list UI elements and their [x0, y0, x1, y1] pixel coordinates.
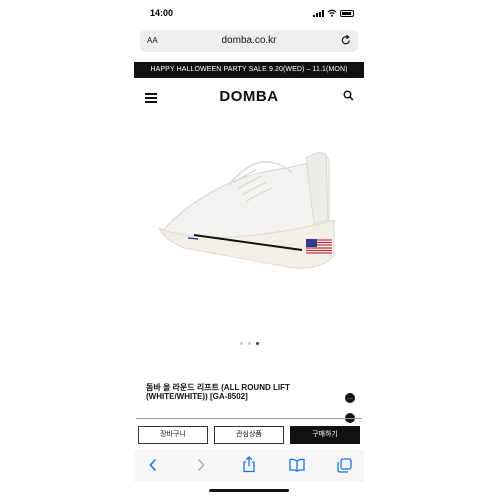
url-text[interactable]: domba.co.kr: [140, 35, 358, 46]
browser-toolbar: [134, 450, 364, 482]
address-bar[interactable]: AA domba.co.kr: [140, 30, 358, 52]
battery-icon: [340, 9, 354, 17]
site-logo[interactable]: DOMBA: [134, 88, 364, 105]
product-title: 돔바 올 라운드 리프트 (ALL ROUND LIFT (WHITE/WHIT…: [146, 383, 290, 401]
cellular-signal-icon: [313, 9, 324, 17]
back-icon[interactable]: [148, 458, 158, 472]
wishlist-button[interactable]: 관심상품: [214, 426, 284, 444]
search-icon[interactable]: [343, 90, 354, 101]
carousel-dot-active[interactable]: [255, 342, 259, 345]
action-buttons: 장바구니 관심상품 구매하기: [138, 426, 360, 444]
reload-icon[interactable]: [341, 34, 351, 46]
status-bar: 14:00: [134, 0, 364, 28]
promo-banner[interactable]: HAPPY HALLOWEEN PARTY SALE 9.20(WED) – 1…: [134, 62, 364, 78]
wifi-icon: [327, 9, 337, 17]
site-header: DOMBA: [134, 82, 364, 112]
home-indicator[interactable]: [209, 489, 289, 492]
status-time: 14:00: [150, 8, 174, 18]
cart-button[interactable]: 장바구니: [138, 426, 208, 444]
forward-icon[interactable]: [196, 458, 206, 472]
chat-icon[interactable]: …: [345, 393, 355, 403]
phone-screen: 14:00 AA domba.co.kr HAPPY HALLOWEEN PAR…: [134, 0, 364, 499]
divider: [136, 418, 362, 419]
status-icons: [313, 9, 354, 17]
bookmarks-icon[interactable]: [289, 458, 305, 472]
share-icon[interactable]: [242, 456, 256, 473]
carousel-indicator[interactable]: [134, 342, 364, 345]
carousel-dot[interactable]: [247, 342, 251, 345]
product-image[interactable]: [134, 140, 364, 280]
tabs-icon[interactable]: [337, 458, 352, 473]
buy-button[interactable]: 구매하기: [290, 426, 360, 444]
carousel-dot[interactable]: [239, 342, 243, 345]
